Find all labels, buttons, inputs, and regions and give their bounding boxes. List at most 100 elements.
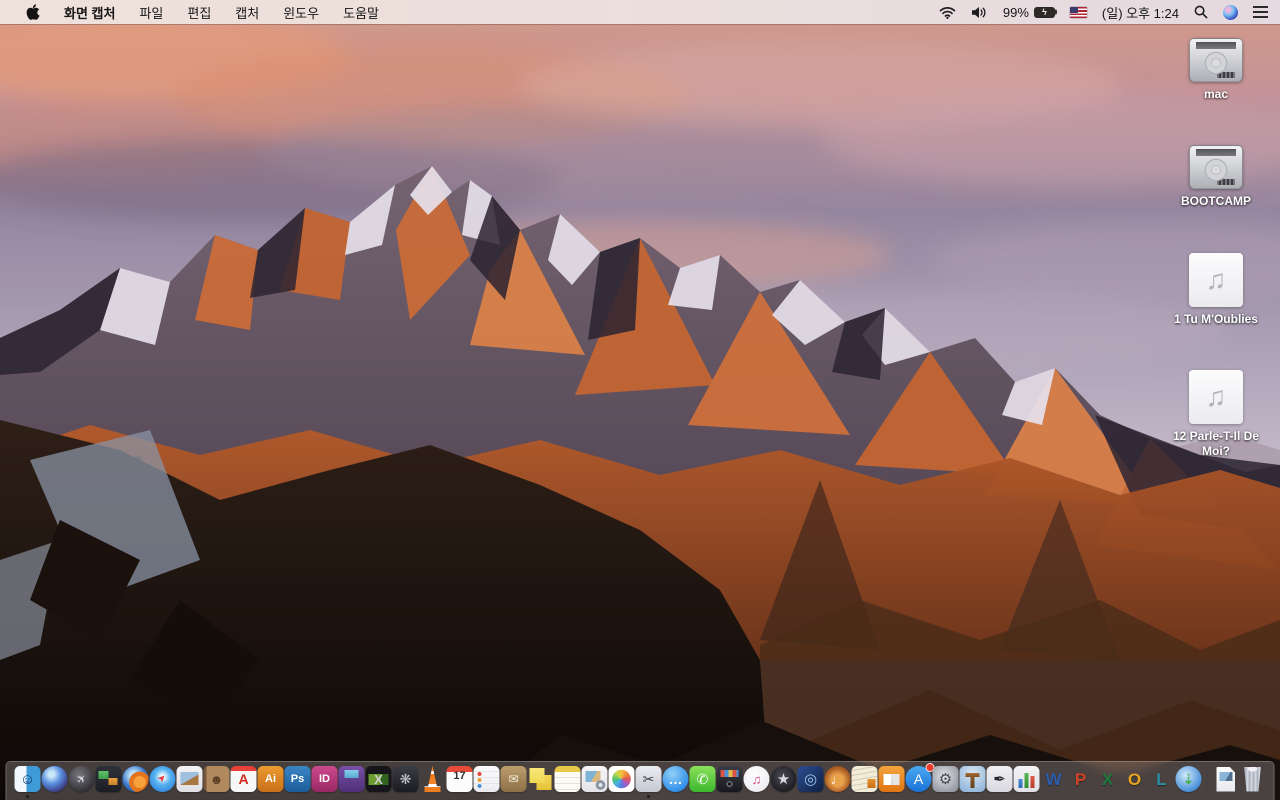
dock-illustrator-icon[interactable]: Ai [257, 765, 284, 793]
dock-reminders-icon[interactable] [473, 765, 500, 793]
dock-photo-booth-icon[interactable] [716, 765, 743, 793]
garageband-icon-art: ♩ [824, 766, 851, 792]
dock-toast-icon[interactable] [338, 765, 365, 793]
dock-contacts-icon[interactable]: ☻ [203, 765, 230, 793]
apple-menu[interactable] [14, 0, 52, 24]
wallpaper-art [0, 0, 1280, 800]
audio-file-icon: ♫ [1189, 252, 1243, 307]
notification-center-icon[interactable] [1253, 6, 1268, 18]
dock-firefox-icon[interactable] [122, 765, 149, 793]
dock-vlc-icon[interactable] [420, 765, 446, 793]
menu-edit[interactable]: 편집 [175, 0, 223, 24]
menu-bar-clock[interactable]: (일) 오후 1:24 [1102, 0, 1179, 24]
dock-excel-icon[interactable]: X [1095, 765, 1121, 793]
dock-imovie-icon[interactable]: ★ [770, 765, 797, 793]
siri-icon[interactable] [1223, 4, 1238, 20]
dock-system-preferences-icon[interactable]: ⚙ [932, 765, 959, 793]
dock-numbers-icon[interactable] [1013, 765, 1040, 793]
menu-file[interactable]: 파일 [127, 0, 175, 24]
dock-indesign-icon[interactable]: ID [311, 765, 338, 793]
charging-bolt-icon: ϟ [1042, 6, 1047, 17]
reminders-icon-art [473, 766, 500, 792]
dock-image-capture-icon[interactable] [581, 765, 608, 793]
vlc-icon-art [424, 766, 441, 792]
dock-acrobat-icon[interactable]: A [230, 765, 257, 793]
dock-safari-icon[interactable]: ➤ [149, 765, 176, 793]
volume-icon[interactable] [971, 0, 988, 24]
dock-preview-icon[interactable] [176, 765, 203, 793]
dock-lync-icon[interactable]: L [1149, 765, 1175, 793]
dock-notes-icon[interactable] [554, 765, 581, 793]
indesign-icon-art: ID [311, 766, 338, 792]
ibooks-icon-art [878, 766, 905, 792]
safari-icon-art: ➤ [149, 766, 176, 792]
dock-garageband-icon[interactable]: ♩ [824, 765, 851, 793]
dock-word-icon[interactable]: W [1041, 765, 1067, 793]
dock-facetime-icon[interactable]: ✆ [689, 765, 716, 793]
desktop-icon-bootcamp[interactable]: BOOTCAMP [1164, 145, 1268, 208]
desktop-icon-parle-t-il-de-moi[interactable]: ♫ 12 Parle-T-Il De Moi? [1164, 370, 1268, 458]
dock-stickies-icon[interactable] [527, 765, 554, 793]
dock-photoshop-icon[interactable]: Ps [284, 765, 311, 793]
battery-percent-label: 99% [1002, 4, 1029, 20]
dock-keynote-icon[interactable] [959, 765, 986, 793]
dock-documents-app-icon[interactable] [851, 765, 878, 793]
dock-messages-icon[interactable]: … [662, 765, 689, 793]
excel-icon-art: X [1101, 769, 1114, 789]
dock-app-store-icon[interactable]: A [905, 763, 935, 793]
dock-finder-icon[interactable]: ☺ [14, 765, 41, 798]
dock-fan-utility-icon[interactable]: ❋ [392, 765, 419, 793]
desktop-icon-label: mac [1203, 87, 1229, 101]
lync-icon-art: L [1156, 769, 1167, 789]
menu-app[interactable]: 화면 캡처 [52, 0, 127, 24]
photo-booth-icon-art [716, 766, 743, 792]
dock-photos-icon[interactable] [608, 765, 635, 793]
itunes-icon-art: ♫ [743, 766, 770, 792]
fan-utility-icon-art: ❋ [392, 766, 419, 792]
contacts-icon-art: ☻ [203, 766, 230, 792]
finder-icon-art: ☺ [14, 766, 41, 792]
dock-archive-utility-icon[interactable]: ✉ [500, 765, 527, 793]
toast-icon-art [338, 766, 365, 792]
desktop-icon-tu-moublies[interactable]: ♫ 1 Tu M'Oublies [1164, 252, 1268, 326]
desktop-icon-mac[interactable]: mac [1164, 38, 1268, 101]
audio-file-icon: ♫ [1189, 370, 1243, 425]
documents-app-icon-art [851, 766, 878, 792]
dock-document-file-icon[interactable] [1213, 765, 1239, 793]
dock-pages-icon[interactable]: ✒ [986, 765, 1013, 793]
desktop-icon-label: BOOTCAMP [1181, 194, 1251, 209]
menu-help[interactable]: 도움말 [331, 0, 391, 24]
system-preferences-icon-art: ⚙ [932, 766, 959, 792]
dock-mission-control-icon[interactable] [95, 765, 122, 793]
image-capture-icon-art [581, 766, 608, 792]
powerpoint-icon-art: P [1074, 769, 1087, 789]
mission-control-icon-art [95, 766, 122, 792]
dock-grab-screen-capture-icon[interactable]: ✂ [635, 765, 662, 798]
dock-siri-icon[interactable] [41, 765, 68, 793]
dock-outlook-icon[interactable]: O [1122, 765, 1148, 793]
battery-status[interactable]: 99% ϟ [1003, 0, 1055, 24]
dock-powerpoint-icon[interactable]: P [1068, 765, 1094, 793]
app-menus: 화면 캡처 파일 편집 캡처 윈도우 도움말 [52, 0, 391, 24]
dock-itunes-icon[interactable]: ♫ [743, 765, 770, 793]
illustrator-icon-art: Ai [257, 766, 284, 792]
download-manager-icon-art: ⇣ [1175, 766, 1202, 792]
dock-ibooks-icon[interactable] [878, 765, 905, 793]
dock-download-manager-icon[interactable]: ⇣ [1175, 765, 1202, 793]
messages-icon-art: … [662, 766, 689, 792]
desktop-icons: mac BOOTCAMP ♫ 1 Tu M'Oublies ♫ 12 Parle-T-Il… [1164, 38, 1268, 458]
apple-logo-icon [26, 4, 40, 20]
preview-icon-art [176, 766, 203, 792]
spotlight-icon[interactable] [1194, 0, 1208, 24]
dock-calendar-icon[interactable]: 17 [446, 765, 473, 793]
wifi-icon[interactable] [939, 0, 956, 24]
dock-app-x-icon[interactable]: X [365, 765, 392, 793]
dock-idvd-icon[interactable]: ◎ [797, 765, 824, 793]
menu-window[interactable]: 윈도우 [271, 0, 331, 24]
outlook-icon-art: O [1127, 769, 1142, 789]
pages-icon-art: ✒ [986, 766, 1013, 792]
us-flag-input-icon[interactable] [1069, 6, 1087, 18]
menu-capture[interactable]: 캡처 [223, 0, 271, 24]
dock-launchpad-icon[interactable]: ✈ [68, 765, 95, 793]
dock-trash-icon[interactable] [1240, 765, 1266, 793]
